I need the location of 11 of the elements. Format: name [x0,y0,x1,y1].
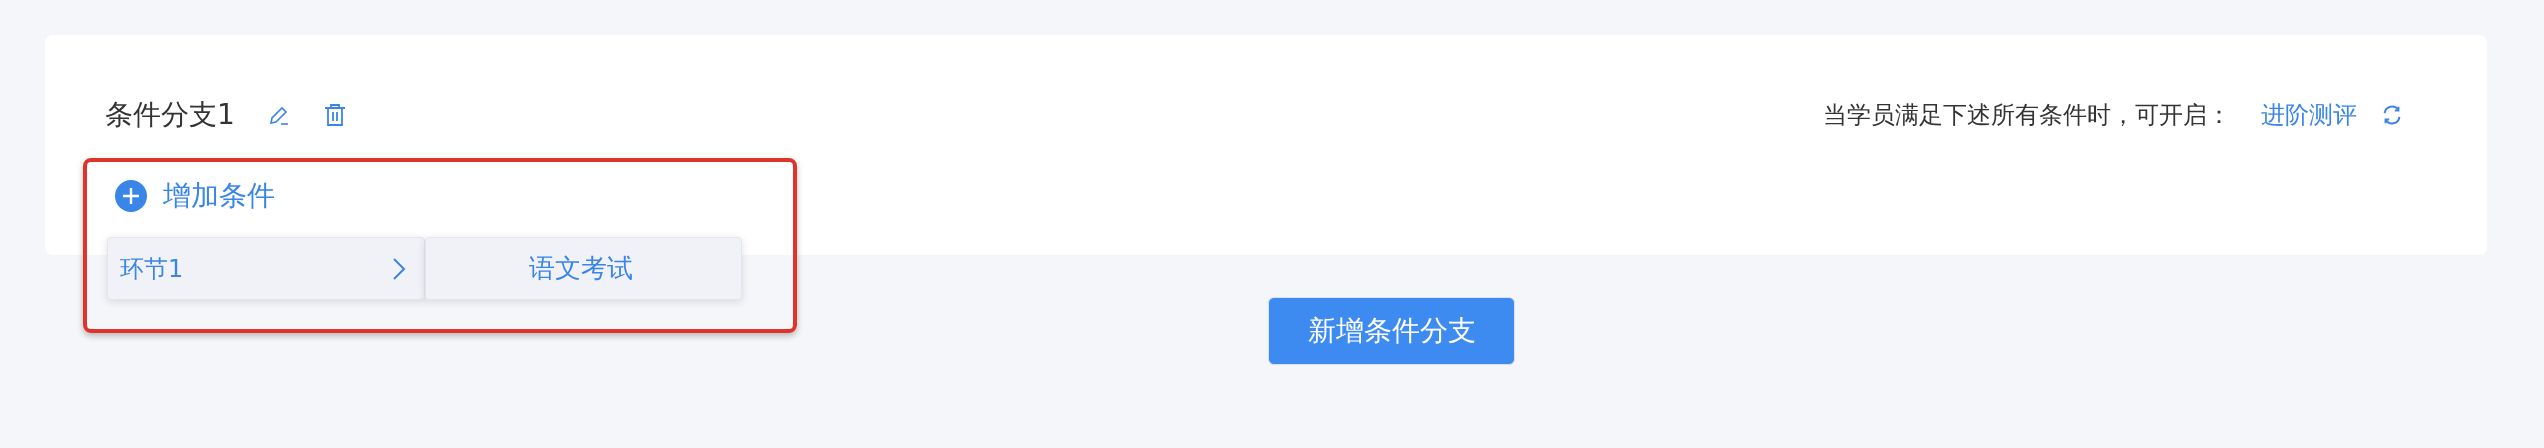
branch-title: 条件分支1 [105,97,235,133]
target-link[interactable]: 进阶测评 [2261,99,2357,131]
cascader-option[interactable]: 语文考试 [425,237,742,300]
plus-circle-icon [115,180,147,212]
chevron-right-icon [392,256,406,281]
refresh-icon[interactable] [2381,104,2403,126]
add-condition-button[interactable]: 增加条件 [115,177,275,215]
cascader-option[interactable]: 环节1 [107,237,425,300]
rule-text: 当学员满足下述所有条件时，可开启： [1823,100,2231,131]
trash-icon[interactable] [322,102,347,128]
add-branch-button[interactable]: 新增条件分支 [1268,297,1515,365]
